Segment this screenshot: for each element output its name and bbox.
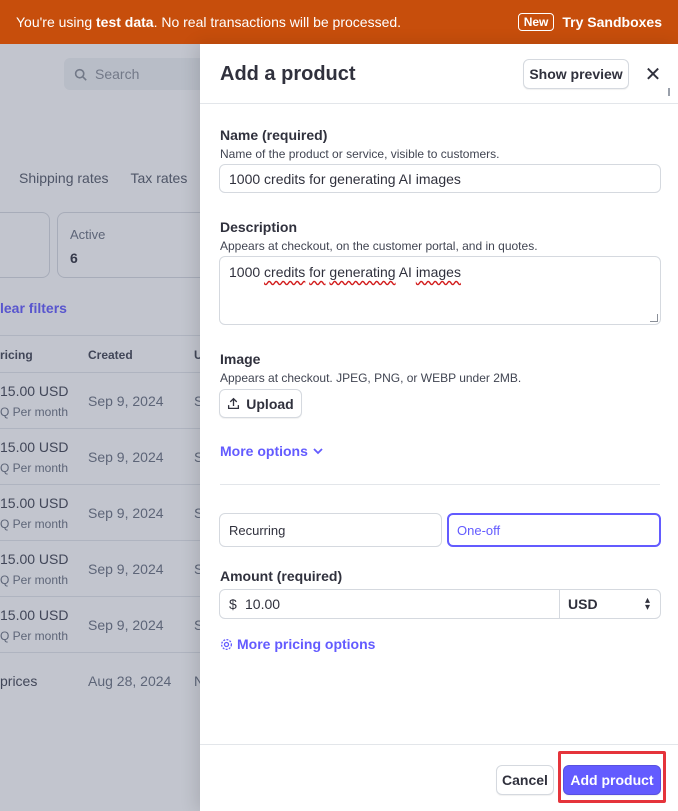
name-label: Name (required) [220,127,328,143]
chevron-updown-icon: ▴ ▾ [644,595,650,613]
more-options-link[interactable]: More options [220,443,324,459]
description-help: Appears at checkout, on the customer por… [220,239,538,253]
add-product-drawer: Add a product Show preview ✕ Name (requi… [200,44,678,811]
new-badge: New [517,13,555,31]
upload-button[interactable]: Upload [219,389,302,418]
name-input[interactable]: 1000 credits for generating AI images [219,164,661,193]
drawer-title: Add a product [220,63,356,85]
gear-icon [220,638,233,650]
chevron-down-icon [313,448,323,455]
scrollbar-thumb[interactable] [668,88,670,96]
image-label: Image [220,351,261,367]
show-preview-button[interactable]: Show preview [523,59,629,89]
amount-label: Amount (required) [220,568,343,584]
upload-icon [228,397,240,410]
description-textarea[interactable]: 1000 credits for generating AI images [219,256,661,325]
section-divider [220,484,660,485]
drawer-header: Add a product Show preview ✕ [200,44,678,104]
description-label: Description [220,219,298,235]
pricing-recurring-option[interactable]: Recurring [219,513,442,547]
resize-grip-icon[interactable] [650,314,658,322]
try-sandboxes-link[interactable]: New Try Sandboxes [517,13,662,31]
more-pricing-options-link[interactable]: More pricing options [220,636,375,652]
cancel-button[interactable]: Cancel [496,765,554,795]
pricing-oneoff-option[interactable]: One-off [447,513,661,547]
test-mode-banner: You're using test data. No real transact… [0,0,678,44]
try-sandboxes-label: Try Sandboxes [562,14,662,30]
image-help: Appears at checkout. JPEG, PNG, or WEBP … [220,371,522,385]
amount-input[interactable]: 10.00 [245,590,559,618]
currency-symbol: $ [229,596,237,612]
drawer-footer: Cancel Add product [200,744,678,811]
banner-message: You're using test data. No real transact… [16,14,402,30]
currency-select[interactable]: USD ▴ ▾ [559,590,660,618]
add-product-button[interactable]: Add product [563,765,661,795]
name-help: Name of the product or service, visible … [220,147,500,161]
amount-field: $ 10.00 USD ▴ ▾ [219,589,661,619]
close-icon[interactable]: ✕ [642,63,664,86]
